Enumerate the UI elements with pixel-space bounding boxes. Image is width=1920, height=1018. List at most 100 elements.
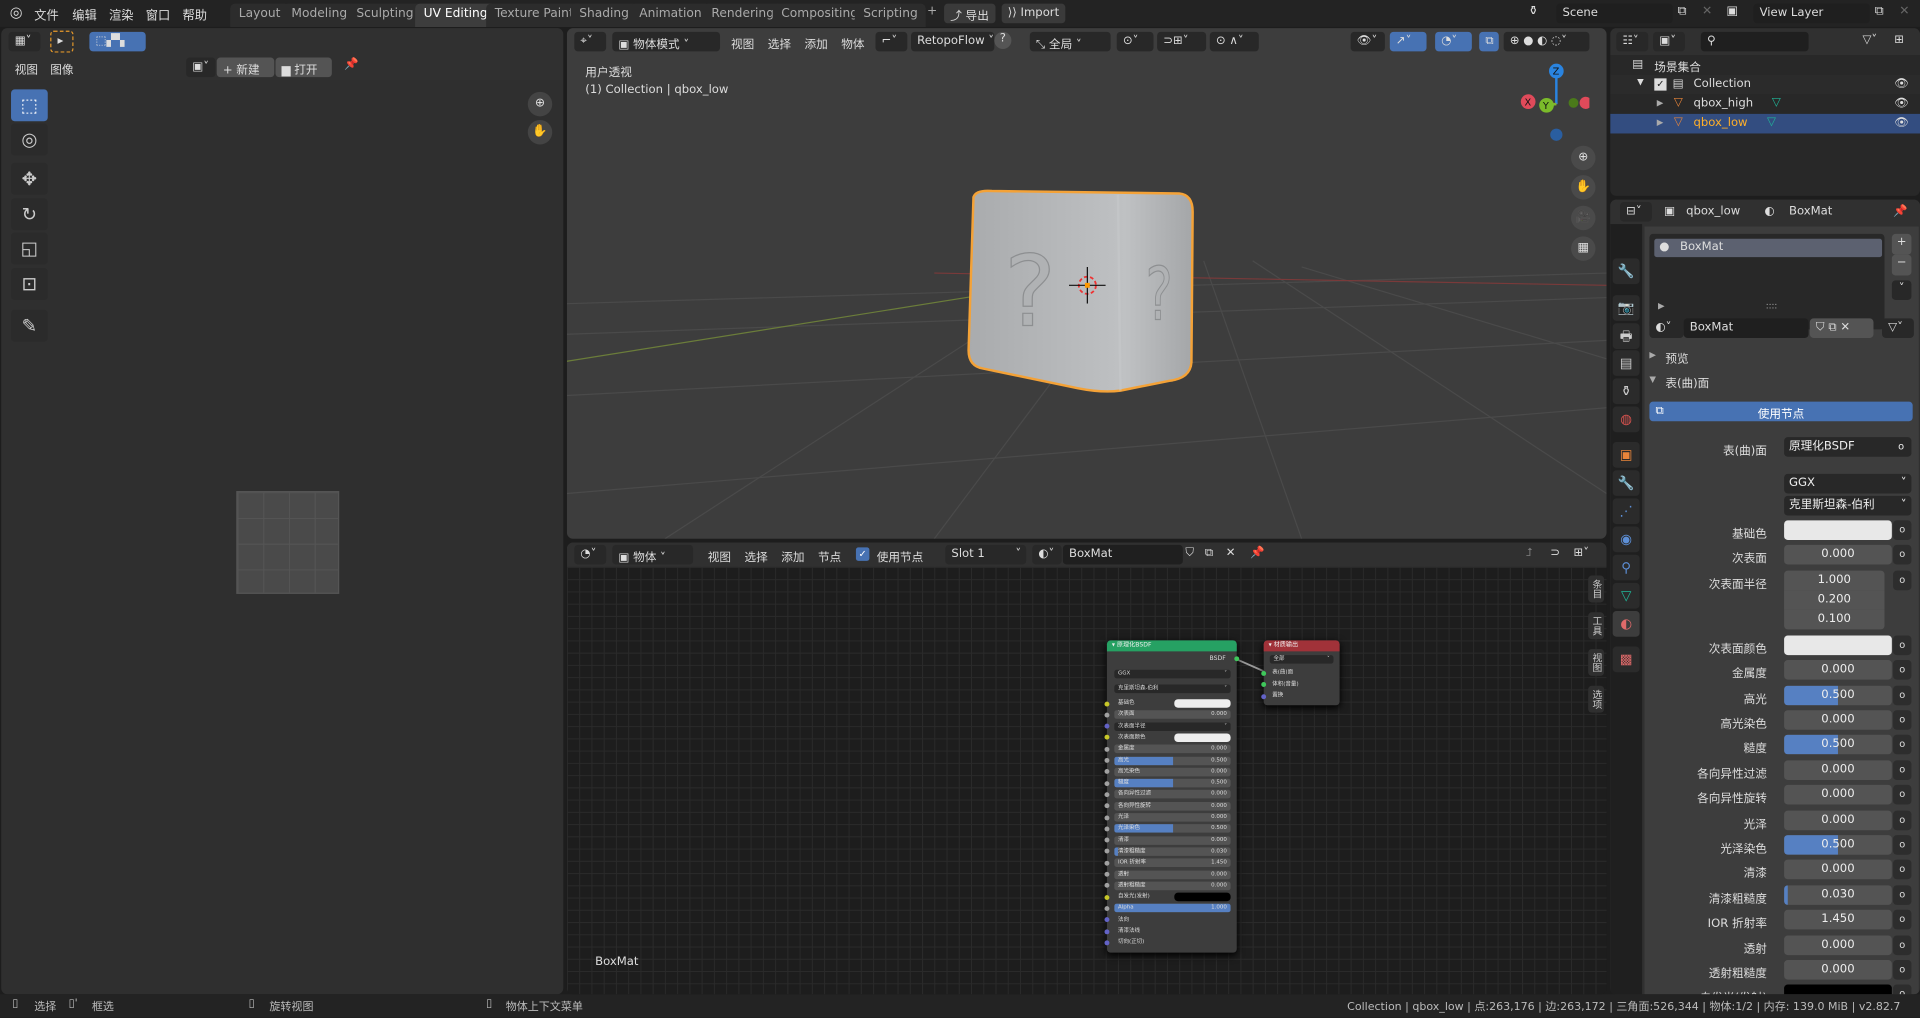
annotate-tool-icon[interactable]: ✎	[11, 309, 48, 342]
distribution-select[interactable]: GGX ˅	[1114, 669, 1231, 679]
input-socket[interactable]	[1104, 894, 1110, 900]
value-slider[interactable]: 0.000	[1784, 785, 1892, 805]
pin-icon[interactable]: 📌	[1893, 204, 1908, 217]
object-type-visibility[interactable]: ⌐˅	[875, 31, 908, 52]
properties-editor[interactable]: ⊟˅ ▣ qbox_low ◐ BoxMat 📌 🔧 📷 🖶 ▤ ⚱ ◍ ▣ 🔧 ⋰ ◉ ⚲ ▽ ◐ ▩ …	[1610, 199, 1920, 995]
node-menu-1[interactable]: 选择	[744, 547, 767, 564]
workspace-tab-uv-editing[interactable]: UV Editing	[415, 3, 497, 27]
zoom-icon[interactable]: ⊕	[1571, 145, 1596, 171]
surface-shader-field[interactable]: 原理化BSDF o	[1784, 437, 1912, 457]
vector-component-field[interactable]: 0.100	[1784, 609, 1885, 630]
input-socket[interactable]	[1261, 670, 1267, 676]
input-socket[interactable]	[1104, 769, 1110, 775]
camera-icon[interactable]: 🎥	[1571, 205, 1596, 231]
sidebar-tab-1[interactable]: 工具	[1588, 612, 1605, 640]
viewport-menu-0[interactable]: 视图	[731, 34, 754, 51]
subsurface-method-select[interactable]: 克里斯坦森-伯利 ˅	[1784, 495, 1912, 516]
output-target-select[interactable]: 全部 ˅	[1269, 655, 1334, 664]
pan-hand-icon[interactable]: ✋	[1571, 175, 1596, 200]
pivot-point[interactable]: ⊙˅	[1116, 31, 1154, 52]
value-slider[interactable]: 0.000	[1784, 760, 1892, 780]
3d-viewport[interactable]: ? ? ⌖˅ ▣ 物体模式 ˅ 视图 选择 添加 物体 ⌐˅ RetopoFlow ˅…	[566, 28, 1607, 539]
visibility-selectability[interactable]: 👁˅	[1350, 31, 1385, 52]
color-swatch[interactable]	[1174, 892, 1231, 902]
node-field[interactable]: 透射 0.000	[1114, 870, 1231, 879]
value-slider[interactable]: 1.450	[1784, 910, 1892, 930]
input-socket[interactable]	[1104, 780, 1110, 786]
blender-logo-icon[interactable]: ◎	[10, 4, 23, 21]
node-field[interactable]: IOR 折射率 1.450	[1114, 858, 1231, 868]
editor-type-button[interactable]: ◔˅	[574, 544, 607, 565]
input-socket[interactable]	[1104, 701, 1110, 706]
input-socket[interactable]	[1261, 693, 1267, 699]
material-name-field[interactable]: BoxMat	[1062, 544, 1183, 565]
move-tool-icon[interactable]: ✥	[11, 162, 48, 195]
duplicate-material-icon[interactable]: ⧉	[1205, 546, 1213, 559]
delete-view-layer-icon[interactable]: ✕	[1899, 5, 1909, 18]
value-slider[interactable]: 0.000	[1784, 710, 1892, 730]
material-browse-button[interactable]: ◐˅	[1032, 544, 1062, 565]
workspace-tab-layout[interactable]: Layout	[230, 3, 289, 27]
node-header[interactable]: ▾ 材质输出	[1263, 640, 1340, 652]
vector-component-field[interactable]: 0.200	[1784, 589, 1885, 610]
snap-icon[interactable]: ⊃	[1550, 546, 1560, 559]
value-slider[interactable]: 0.500	[1784, 685, 1892, 705]
slot-selector[interactable]: Slot 1 ˅	[945, 544, 1027, 565]
input-socket[interactable]	[1104, 871, 1110, 877]
node-header[interactable]: ▾ 原理化BSDF	[1106, 640, 1237, 652]
help-icon[interactable]: ?	[994, 31, 1012, 49]
snap-toggle[interactable]: ⊃⊞˅	[1157, 31, 1207, 52]
link-socket-button[interactable]: o	[1893, 885, 1912, 905]
workspace-tab-scripting[interactable]: Scripting	[854, 3, 927, 27]
input-socket[interactable]	[1104, 837, 1110, 843]
input-socket[interactable]	[1104, 849, 1110, 854]
menu-0[interactable]: 文件	[34, 5, 58, 23]
viewport-menu-3[interactable]: 物体	[841, 34, 864, 51]
input-socket[interactable]	[1104, 792, 1110, 798]
node-field[interactable]: 高光 0.500	[1114, 756, 1231, 765]
unlink-material-icon[interactable]: ✕	[1226, 546, 1236, 559]
link-socket-button[interactable]: o	[1893, 810, 1912, 830]
link-socket-button[interactable]: o	[1893, 545, 1912, 565]
value-slider[interactable]: 0.000	[1784, 960, 1892, 980]
scene-collection-label[interactable]: 场景集合	[1654, 58, 1701, 74]
value-slider[interactable]: 0.000	[1784, 660, 1892, 680]
subsurface-method-select[interactable]: 克里斯坦森-伯利 ˅	[1114, 684, 1231, 694]
input-socket[interactable]	[1104, 757, 1110, 763]
input-socket[interactable]	[1261, 682, 1267, 687]
xray-toggle[interactable]: ⧉	[1479, 31, 1499, 52]
editor-type-button[interactable]: ▦˅	[8, 31, 41, 52]
new-scene-icon[interactable]: ⧉	[1678, 5, 1687, 18]
menu-1[interactable]: 编辑	[72, 5, 96, 23]
eye-icon[interactable]: 👁	[1894, 97, 1909, 110]
uv-grid[interactable]	[236, 491, 340, 594]
shader-node-editor[interactable]: ◔˅ ▣ 物体 ˅ 视图 选择 添加 节点 ✓ 使用节点 Slot 1 ˅ ◐˅ Box…	[566, 542, 1607, 995]
editor-type-button[interactable]: ⌖˅	[574, 31, 607, 52]
node-field[interactable]: 透射粗糙度 0.000	[1114, 881, 1231, 890]
bsdf-output-socket[interactable]	[1234, 656, 1240, 662]
link-socket-button[interactable]: o	[1893, 635, 1912, 655]
editor-type-button[interactable]: ☷˅	[1616, 31, 1649, 52]
new-image-button[interactable]: + 新建	[216, 57, 275, 78]
context-material[interactable]: BoxMat	[1789, 204, 1832, 217]
3d-cursor-icon[interactable]	[1068, 266, 1106, 304]
uv-editor[interactable]: ▦˅ ▸ ⬚▞▚ 视图 图像 ▣˅ + 新建 ▆ 打开 📌 ⬚ ◎ ✥ ↻ ◱ ⊡ ✎ ⊕ …	[1, 28, 564, 995]
workspace-tab-sculpting[interactable]: Sculpting	[347, 3, 423, 27]
workspace-tab-shading[interactable]: Shading	[570, 3, 638, 27]
expand-arrow-icon[interactable]: ▶	[1657, 118, 1664, 128]
link-socket-button[interactable]: o	[1893, 935, 1912, 955]
node-field[interactable]: 糙度 0.500	[1114, 778, 1231, 788]
link-socket-button[interactable]: o	[1893, 520, 1912, 541]
view-layer-icon[interactable]: ▣	[1727, 5, 1739, 18]
value-slider[interactable]: 0.500	[1784, 735, 1892, 755]
color-swatch[interactable]	[1174, 699, 1231, 708]
sidebar-tab-0[interactable]: 条目	[1588, 575, 1605, 603]
overlay-toggle[interactable]: ◔˅	[1435, 31, 1472, 52]
link-socket-button[interactable]: o	[1893, 835, 1912, 855]
node-field[interactable]: 各向异性旋转 0.000	[1114, 801, 1231, 811]
use-nodes-checkbox[interactable]: ✓	[855, 547, 870, 561]
menu-image[interactable]: 图像	[50, 60, 73, 77]
link-socket-button[interactable]: o	[1893, 910, 1912, 930]
node-field[interactable]: 各向异性过滤 0.000	[1114, 790, 1231, 799]
input-socket[interactable]	[1104, 723, 1110, 729]
